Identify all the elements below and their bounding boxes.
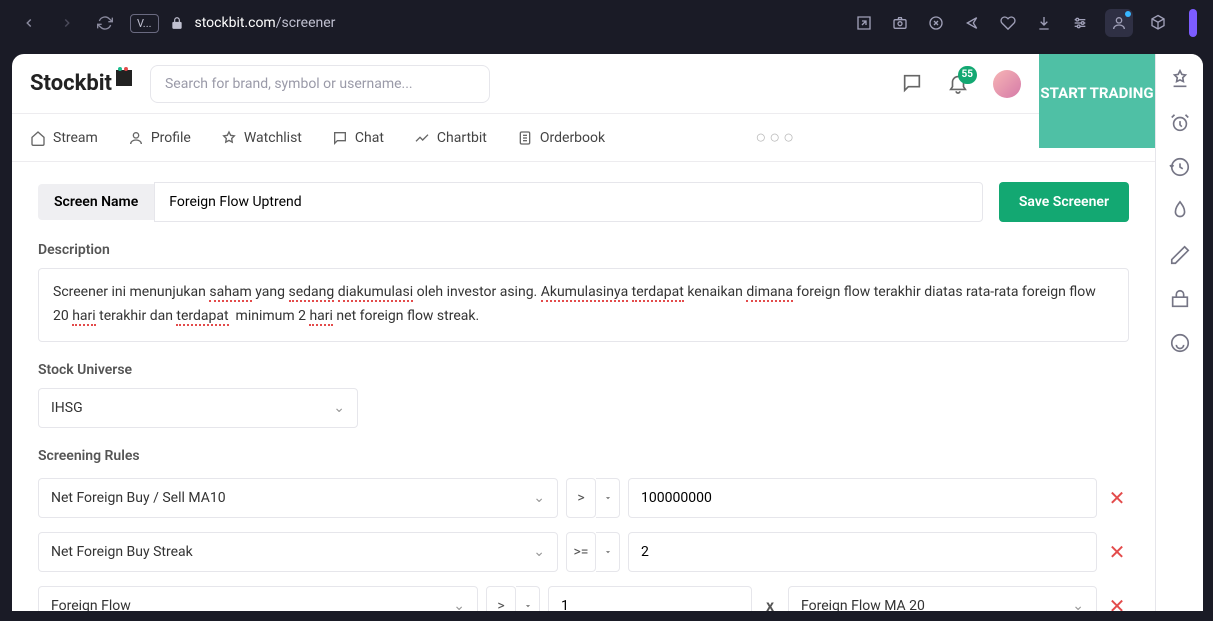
rule-value-input[interactable] <box>628 478 1097 518</box>
back-button[interactable] <box>16 10 42 36</box>
rule-operator-dropdown[interactable] <box>516 586 540 611</box>
logo[interactable]: Stockbit <box>30 71 132 96</box>
more-dots-icon[interactable]: ○○○ <box>755 127 797 148</box>
tab-badge: V... <box>130 14 159 33</box>
alarm-icon[interactable] <box>1169 112 1191 134</box>
chevron-down-icon: ⌄ <box>533 544 545 560</box>
rule-delete-button[interactable]: ✕ <box>1105 594 1129 611</box>
rule-row: Net Foreign Buy / Sell MA10⌄ > ✕ <box>38 478 1129 518</box>
right-rail <box>1155 54 1203 611</box>
avatar[interactable] <box>993 70 1021 98</box>
browser-toolbar: V... stockbit.com/screener <box>0 0 1213 46</box>
tab-watchlist[interactable]: Watchlist <box>221 130 302 146</box>
rule-operator[interactable]: > <box>486 586 516 611</box>
chevron-down-icon: ⌄ <box>453 598 465 611</box>
rule-delete-button[interactable]: ✕ <box>1105 540 1129 564</box>
download-icon[interactable] <box>1033 12 1055 34</box>
tab-stream[interactable]: Stream <box>30 130 98 146</box>
tab-profile[interactable]: Profile <box>128 130 191 146</box>
rule-operator-dropdown[interactable] <box>596 532 620 572</box>
heart-icon[interactable] <box>997 12 1019 34</box>
settings-icon[interactable] <box>1069 12 1091 34</box>
description-label: Description <box>38 242 1129 258</box>
page-container: Stockbit Search for brand, symbol or use… <box>12 54 1203 611</box>
rule-metric-select[interactable]: Foreign Flow⌄ <box>38 586 478 611</box>
extensions-icon[interactable] <box>1147 12 1169 34</box>
trending-icon[interactable] <box>1169 200 1191 222</box>
support-icon[interactable] <box>1169 332 1191 354</box>
star-list-icon[interactable] <box>1169 68 1191 90</box>
profile-icon[interactable] <box>1105 9 1133 37</box>
screening-rules-label: Screening Rules <box>38 448 1129 464</box>
rule-metric-select[interactable]: Net Foreign Buy Streak⌄ <box>38 532 558 572</box>
screen-name-label: Screen Name <box>38 184 154 220</box>
url-text[interactable]: stockbit.com/screener <box>195 15 336 31</box>
edit-icon[interactable] <box>1169 244 1191 266</box>
save-screener-button[interactable]: Save Screener <box>999 182 1129 222</box>
stock-universe-label: Stock Universe <box>38 362 1129 378</box>
tab-chat[interactable]: Chat <box>332 130 384 146</box>
notification-bell-icon[interactable]: 55 <box>947 72 971 96</box>
rule-operator[interactable]: > <box>566 478 596 518</box>
rule-operator-dropdown[interactable] <box>596 478 620 518</box>
notification-badge: 55 <box>958 66 977 84</box>
tab-orderbook[interactable]: Orderbook <box>517 130 605 146</box>
chevron-down-icon: ⌄ <box>1072 598 1084 611</box>
nav-tabs: Stream Profile Watchlist Chat Chartbit O… <box>12 114 1155 162</box>
lock-icon <box>167 16 187 30</box>
portfolio-icon[interactable] <box>1169 288 1191 310</box>
content-area: Screen Name Save Screener Description Sc… <box>12 162 1155 611</box>
forward-button[interactable] <box>54 10 80 36</box>
rule-value-input[interactable] <box>628 532 1097 572</box>
multiply-label: x <box>760 596 780 611</box>
reload-button[interactable] <box>92 10 118 36</box>
share-icon[interactable] <box>853 12 875 34</box>
rule-metric-select[interactable]: Net Foreign Buy / Sell MA10⌄ <box>38 478 558 518</box>
rule-metric2-select[interactable]: Foreign Flow MA 20⌄ <box>788 586 1097 611</box>
chevron-down-icon: ⌄ <box>333 400 345 416</box>
app-topbar: Stockbit Search for brand, symbol or use… <box>12 54 1155 114</box>
window-accent <box>1189 9 1197 37</box>
rule-operator[interactable]: >= <box>566 532 596 572</box>
rule-delete-button[interactable]: ✕ <box>1105 486 1129 510</box>
chevron-down-icon: ⌄ <box>533 490 545 506</box>
rule-row: Net Foreign Buy Streak⌄ >= ✕ <box>38 532 1129 572</box>
search-input[interactable]: Search for brand, symbol or username... <box>150 65 490 103</box>
stock-universe-select[interactable]: IHSG⌄ <box>38 388 358 428</box>
chat-icon[interactable] <box>901 72 925 96</box>
history-icon[interactable] <box>1169 156 1191 178</box>
description-textarea[interactable]: Screener ini menunjukan saham yang sedan… <box>38 268 1129 342</box>
tab-chartbit[interactable]: Chartbit <box>414 130 487 146</box>
rule-row: Foreign Flow⌄ > x Foreign Flow MA 20⌄ ✕ <box>38 586 1129 611</box>
send-icon[interactable] <box>961 12 983 34</box>
screen-name-input[interactable] <box>154 182 983 222</box>
screenshot-icon[interactable] <box>889 12 911 34</box>
rule-value-input[interactable] <box>548 586 752 611</box>
close-circle-icon[interactable] <box>925 12 947 34</box>
